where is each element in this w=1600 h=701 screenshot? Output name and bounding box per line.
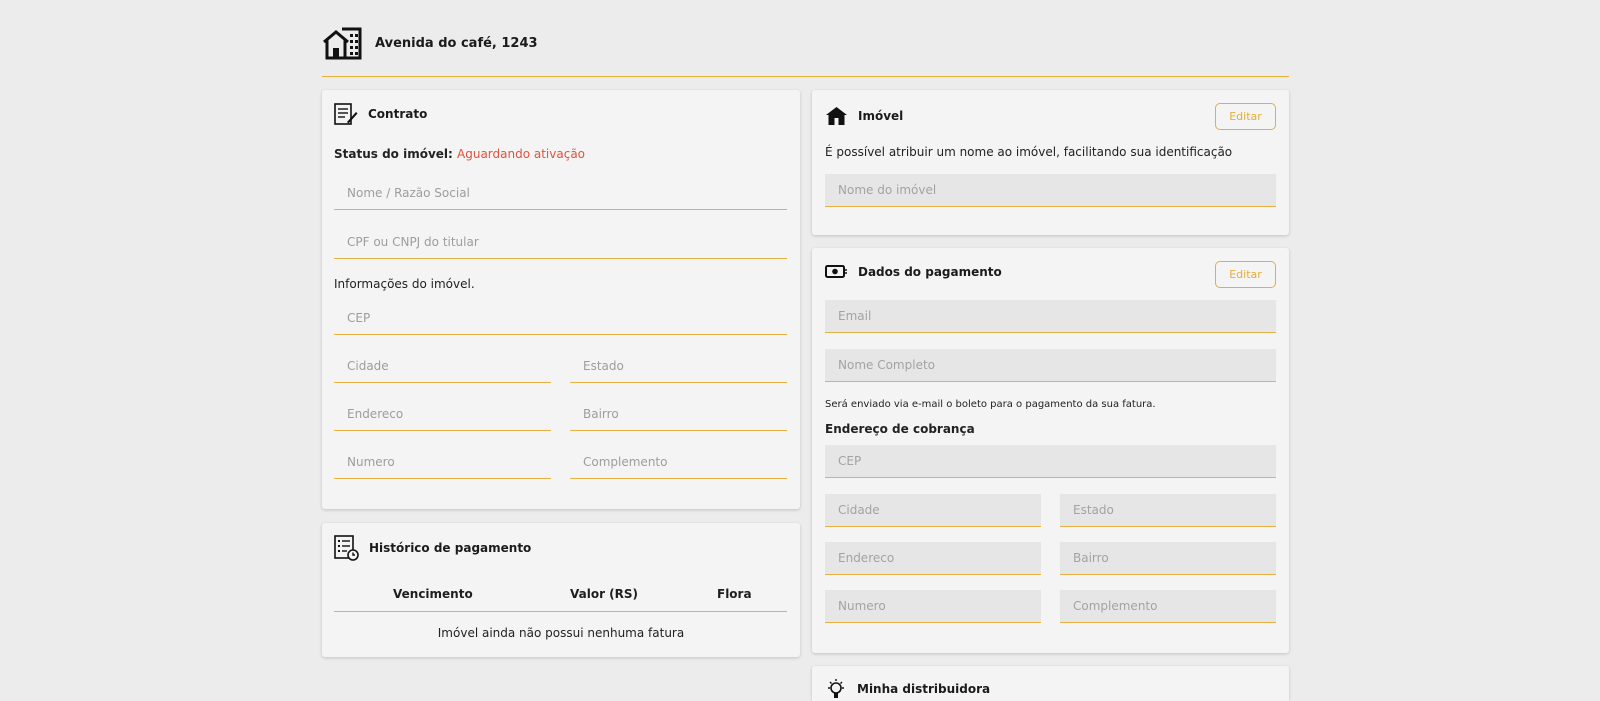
- status-value: Aguardando ativação: [457, 147, 586, 161]
- email-field[interactable]: Email: [825, 300, 1276, 333]
- column-vencimento: Vencimento: [393, 587, 473, 601]
- billing-address-title: Endereço de cobrança: [825, 422, 975, 436]
- contract-card: Contrato Status do imóvel: Aguardando at…: [322, 90, 800, 509]
- payment-history-title-text: Histórico de pagamento: [369, 541, 532, 555]
- billing-complement-field[interactable]: Complemento: [1060, 590, 1276, 623]
- address-field[interactable]: Endereco: [334, 398, 551, 431]
- money-icon: [825, 265, 847, 278]
- cep-field[interactable]: CEP: [334, 302, 787, 335]
- payment-history-icon: [334, 535, 359, 561]
- payment-history-card: Histórico de pagamento Vencimento Valor …: [322, 523, 800, 657]
- edit-property-button[interactable]: Editar: [1215, 103, 1276, 130]
- complement-field[interactable]: Complemento: [570, 446, 787, 479]
- table-header-divider: [334, 611, 787, 612]
- property-description: É possível atribuir um nome ao imóvel, f…: [825, 145, 1233, 159]
- status-line: Status do imóvel: Aguardando ativação: [334, 147, 585, 161]
- neighborhood-field[interactable]: Bairro: [570, 398, 787, 431]
- property-card: Imóvel Editar É possível atribuir um nom…: [812, 90, 1289, 235]
- property-name-field[interactable]: Nome do imóvel: [825, 174, 1276, 207]
- billing-address-field[interactable]: Endereco: [825, 542, 1041, 575]
- billing-cep-field[interactable]: CEP: [825, 445, 1276, 478]
- payment-history-title: Histórico de pagamento: [334, 535, 531, 561]
- lightbulb-icon: [828, 679, 844, 698]
- billing-city-field[interactable]: Cidade: [825, 494, 1041, 527]
- billing-state-field[interactable]: Estado: [1060, 494, 1276, 527]
- payment-data-title-text: Dados do pagamento: [858, 265, 1002, 279]
- property-info-label: Informações do imóvel.: [334, 277, 475, 291]
- cpf-cnpj-field[interactable]: CPF ou CNPJ do titular: [334, 226, 787, 259]
- billing-number-field[interactable]: Numero: [825, 590, 1041, 623]
- column-valor: Valor (RS): [570, 587, 639, 601]
- state-field[interactable]: Estado: [570, 350, 787, 383]
- distributor-card: Minha distribuidora: [812, 666, 1289, 701]
- full-name-field[interactable]: Nome Completo: [825, 349, 1276, 382]
- property-card-title: Imóvel: [825, 106, 903, 126]
- payment-data-card: Dados do pagamento Editar Email Nome Com…: [812, 248, 1289, 653]
- property-address: Avenida do café, 1243: [375, 36, 538, 51]
- contract-card-title: Contrato: [334, 103, 427, 125]
- edit-payment-button[interactable]: Editar: [1215, 261, 1276, 288]
- house-icon: [826, 107, 847, 125]
- number-field[interactable]: Numero: [334, 446, 551, 479]
- property-title-text: Imóvel: [858, 109, 904, 123]
- contract-icon: [334, 103, 358, 125]
- distributor-title-text: Minha distribuidora: [857, 682, 991, 696]
- name-field[interactable]: Nome / Razão Social: [334, 177, 787, 210]
- city-field[interactable]: Cidade: [334, 350, 551, 383]
- distributor-title: Minha distribuidora: [825, 678, 990, 700]
- payment-data-title: Dados do pagamento: [825, 264, 1002, 280]
- building-icon: [323, 27, 362, 60]
- contract-title-text: Contrato: [368, 107, 428, 121]
- empty-history-message: Imóvel ainda não possui nenhuma fatura: [437, 626, 685, 640]
- page-header: Avenida do café, 1243: [322, 25, 1289, 77]
- column-flora: Flora: [717, 587, 752, 601]
- status-label: Status do imóvel:: [334, 147, 453, 161]
- billing-neighborhood-field[interactable]: Bairro: [1060, 542, 1276, 575]
- boleto-notice: Será enviado via e-mail o boleto para o …: [825, 399, 1156, 410]
